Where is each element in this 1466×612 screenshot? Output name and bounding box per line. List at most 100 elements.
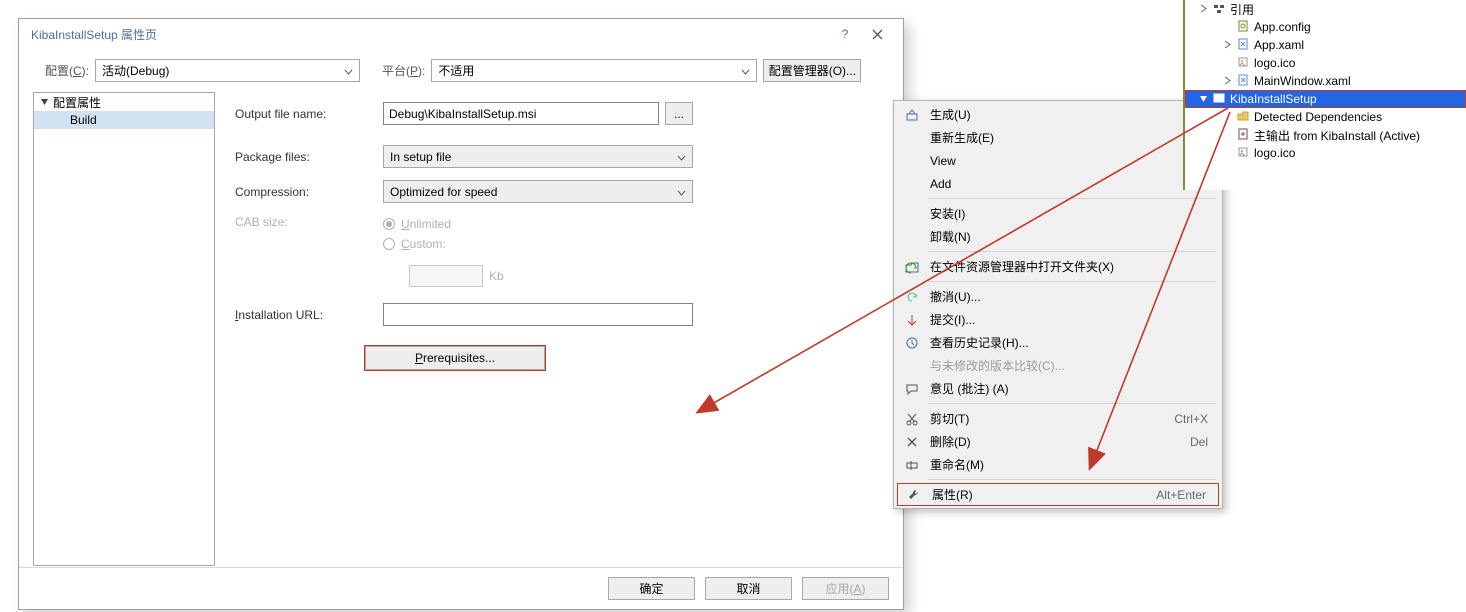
ok-button[interactable]: 确定: [608, 577, 695, 600]
menu-item-label: 查看历史记录(H)...: [924, 334, 1212, 351]
menu-item[interactable]: 安装(I): [896, 202, 1220, 225]
folder-icon: [1236, 109, 1250, 126]
chevron-down-icon: [344, 64, 353, 78]
solution-row[interactable]: logo.ico: [1185, 54, 1466, 72]
menu-item: 与未修改的版本比较(C)...: [896, 354, 1220, 377]
menu-item[interactable]: 重命名(M): [896, 453, 1220, 476]
build-icon: [900, 108, 924, 122]
menu-item[interactable]: 提交(I)...: [896, 308, 1220, 331]
rename-icon: [900, 458, 924, 472]
platform-label: 平台(P):: [382, 62, 425, 79]
property-pages-dialog: KibaInstallSetup 属性页 ? 配置(C): 活动(Debug) …: [18, 18, 904, 610]
tree-row-config-props[interactable]: 配置属性: [34, 93, 214, 111]
menu-separator: [928, 403, 1216, 404]
menu-separator: [928, 198, 1216, 199]
solution-row[interactable]: 主输出 from KibaInstall (Active): [1185, 126, 1466, 144]
form-pane: Output file name: ... Package files: In …: [215, 92, 889, 566]
config-manager-button[interactable]: 配置管理器(O)...: [763, 59, 861, 82]
menu-item[interactable]: View: [896, 149, 1220, 172]
caret-down-icon: [1199, 92, 1208, 106]
menu-item-shortcut: Ctrl+X: [1174, 412, 1212, 426]
menu-item-label: 安装(I): [924, 205, 1212, 222]
solution-row[interactable]: App.xaml: [1185, 36, 1466, 54]
ico-icon: [1236, 55, 1250, 72]
dialog-footer: 确定 取消 应用(A): [19, 567, 903, 609]
solution-row[interactable]: logo.ico: [1185, 144, 1466, 162]
radio-custom[interactable]: [383, 238, 395, 250]
solution-label: 引用: [1230, 1, 1254, 18]
config-combo[interactable]: 活动(Debug): [95, 59, 360, 82]
dialog-title: KibaInstallSetup 属性页: [31, 26, 833, 43]
caret-right-icon: [1223, 74, 1232, 88]
menu-item-label: 重命名(M): [924, 456, 1212, 473]
out-icon: [1236, 127, 1250, 144]
installation-url-input[interactable]: [383, 303, 693, 326]
cancel-button[interactable]: 取消: [705, 577, 792, 600]
menu-item[interactable]: 卸载(N): [896, 225, 1220, 248]
solution-label: KibaInstallSetup: [1230, 92, 1317, 106]
package-files-combo[interactable]: In setup file: [383, 145, 693, 168]
solution-row[interactable]: KibaInstallSetup: [1185, 90, 1466, 108]
tree-row-build[interactable]: Build: [34, 111, 214, 129]
menu-item-label: 剪切(T): [924, 410, 1174, 427]
cab-size-input[interactable]: [409, 265, 483, 287]
installation-url-label: Installation URL:: [235, 308, 383, 322]
chevron-down-icon: [677, 185, 686, 199]
comment-icon: [900, 382, 924, 396]
menu-separator: [928, 251, 1216, 252]
menu-item[interactable]: Add: [896, 172, 1220, 195]
menu-item-label: 重新生成(E): [924, 129, 1212, 146]
menu-item[interactable]: 撤消(U)...: [896, 285, 1220, 308]
solution-label: MainWindow.xaml: [1254, 74, 1351, 88]
xaml-icon: [1236, 73, 1250, 90]
platform-value: 不适用: [438, 62, 474, 79]
dialog-body: 配置属性 Build Output file name: ... Package…: [19, 92, 903, 566]
solution-label: App.xaml: [1254, 38, 1304, 52]
solution-row[interactable]: 引用: [1185, 0, 1466, 18]
dialog-titlebar: KibaInstallSetup 属性页 ?: [19, 19, 903, 49]
undo-icon: [900, 290, 924, 304]
proj-icon: [1212, 91, 1226, 108]
ico-icon: [1236, 145, 1250, 162]
context-menu: 生成(U) 重新生成(E) View Add 安装(I) 卸载(N) 在文件资源管理器中打开…: [893, 100, 1223, 509]
config-value: 活动(Debug): [102, 62, 169, 79]
chevron-down-icon: [741, 64, 750, 78]
solution-row[interactable]: Detected Dependencies: [1185, 108, 1466, 126]
menu-separator: [928, 479, 1216, 480]
radio-unlimited[interactable]: [383, 218, 395, 230]
cfg-icon: [1236, 19, 1250, 36]
menu-item[interactable]: 在文件资源管理器中打开文件夹(X): [896, 255, 1220, 278]
wrench-icon: [902, 488, 926, 502]
compression-combo[interactable]: Optimized for speed: [383, 180, 693, 203]
menu-item-label: View: [924, 154, 1206, 168]
solution-row[interactable]: App.config: [1185, 18, 1466, 36]
platform-combo[interactable]: 不适用: [431, 59, 757, 82]
config-label: 配置(C):: [45, 62, 89, 79]
kb-label: Kb: [489, 269, 504, 283]
help-button[interactable]: ?: [833, 27, 857, 41]
close-button[interactable]: [857, 23, 897, 45]
solution-label: Detected Dependencies: [1254, 110, 1382, 124]
delete-icon: [900, 435, 924, 449]
browse-button[interactable]: ...: [665, 102, 693, 125]
package-files-value: In setup file: [390, 150, 451, 164]
solution-explorer: 引用App.config App.xaml logo.ico MainWindow.x…: [1183, 0, 1466, 190]
dialog-toolbar: 配置(C): 活动(Debug) 平台(P): 不适用 配置管理器(O)...: [19, 49, 903, 92]
menu-item[interactable]: 属性(R)Alt+Enter: [897, 483, 1219, 506]
apply-button[interactable]: 应用(A): [802, 577, 889, 600]
commit-icon: [900, 313, 924, 327]
menu-item[interactable]: 生成(U): [896, 103, 1220, 126]
package-files-label: Package files:: [235, 150, 383, 164]
menu-item[interactable]: 查看历史记录(H)...: [896, 331, 1220, 354]
menu-item[interactable]: 剪切(T)Ctrl+X: [896, 407, 1220, 430]
history-icon: [900, 336, 924, 350]
close-icon: [872, 29, 883, 40]
solution-label: 主输出 from KibaInstall (Active): [1254, 127, 1420, 144]
tree-label: Build: [70, 113, 97, 127]
menu-item[interactable]: 重新生成(E): [896, 126, 1220, 149]
menu-item[interactable]: 意见 (批注) (A): [896, 377, 1220, 400]
menu-item[interactable]: 删除(D)Del: [896, 430, 1220, 453]
output-file-input[interactable]: [383, 102, 659, 125]
prerequisites-button[interactable]: Prerequisites...: [365, 346, 545, 370]
solution-row[interactable]: MainWindow.xaml: [1185, 72, 1466, 90]
